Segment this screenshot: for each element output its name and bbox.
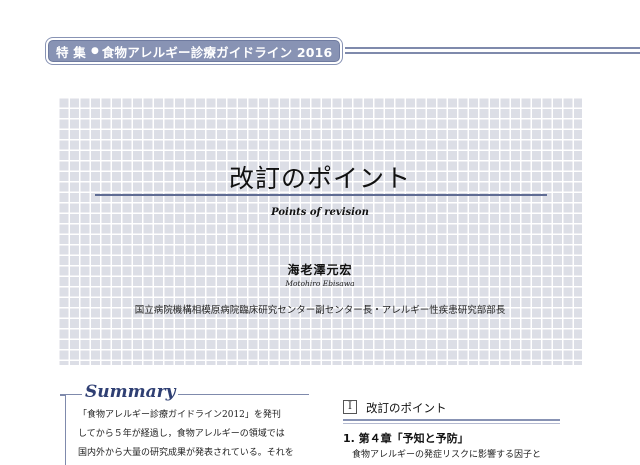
article-title: 改訂のポイント <box>228 164 411 193</box>
summary-text: 「食物アレルギー診療ガイドライン2012」を発刊 してから５年が経過し，食物アレ… <box>78 406 308 463</box>
section-number-box: I <box>343 400 357 414</box>
article-subtitle: Points of revision <box>271 207 369 218</box>
author-name: 海老澤元宏 <box>287 263 353 277</box>
header-rule-bottom <box>345 52 640 54</box>
author-affiliation: 国立病院機構相模原病院臨床研究センター副センター長・アレルギー性疾患研究部部長 <box>134 305 506 316</box>
summary-line: 「食物アレルギー診療ガイドライン2012」を発刊 <box>78 410 281 420</box>
summary-heading: Summary <box>82 382 179 402</box>
feature-label: 特 集 <box>56 44 86 60</box>
author-name-roman: Motohiro Ebisawa <box>285 279 355 288</box>
header-rule-top <box>345 47 640 49</box>
section-rule <box>343 419 560 421</box>
section-rule-thin <box>343 423 560 424</box>
summary-line: してから５年が経過し，食物アレルギーの領域では <box>78 429 285 439</box>
body-text-line: 食物アレルギーの発症リスクに影響する因子と <box>352 450 542 460</box>
bullet-icon: ● <box>90 46 99 56</box>
title-block: 改訂のポイント Points of revision 海老澤元宏 Motohir… <box>58 97 582 365</box>
section-title: 改訂のポイント <box>366 401 447 415</box>
chapter-heading: 1. 第４章「予知と予防」 <box>343 432 469 445</box>
feature-title: 食物アレルギー診療ガイドライン 2016 <box>101 44 333 60</box>
summary-line: 国内外から大量の研究成果が発表されている。それを <box>78 448 294 458</box>
feature-banner: 特 集 ● 食物アレルギー診療ガイドライン 2016 <box>48 40 340 62</box>
title-underline <box>95 194 547 196</box>
